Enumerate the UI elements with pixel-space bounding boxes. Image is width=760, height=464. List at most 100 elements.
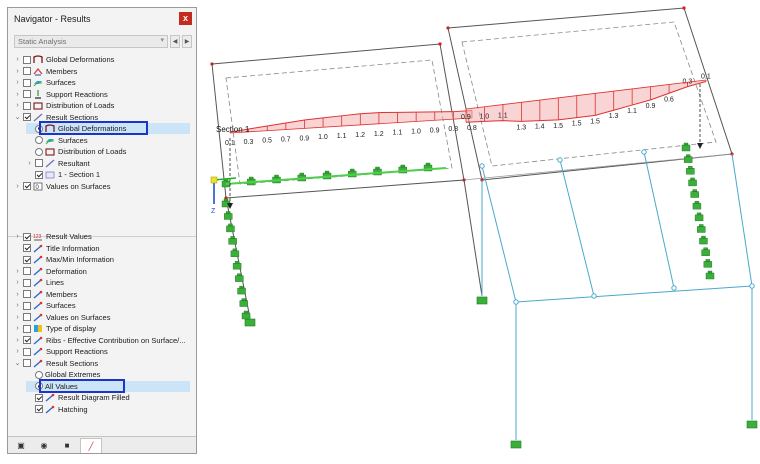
tree-item[interactable]: › Resultant bbox=[26, 158, 190, 169]
node-point bbox=[682, 6, 686, 10]
tree-item[interactable]: Hatching bbox=[26, 404, 190, 415]
tree-item[interactable]: › Type of display bbox=[14, 323, 190, 334]
tree-item[interactable]: › Deformation bbox=[14, 266, 190, 277]
tree-item[interactable]: ⌄ Result Sections bbox=[14, 358, 190, 369]
tree-item[interactable]: › Distribution of Loads bbox=[14, 100, 190, 111]
member-column-diagonal bbox=[481, 165, 517, 303]
chevron-down-icon[interactable]: ⌄ bbox=[14, 359, 21, 367]
chevron-right-icon[interactable]: › bbox=[14, 314, 21, 321]
checkbox[interactable] bbox=[23, 336, 31, 344]
next-arrow-icon[interactable]: ▶ bbox=[182, 34, 192, 48]
model-viewport[interactable]: 0.10.30.50.70.91.01.11.21.21.11.00.90.80… bbox=[200, 0, 760, 464]
line-support-icon bbox=[297, 172, 306, 182]
checkbox[interactable] bbox=[23, 232, 31, 241]
radio-button[interactable] bbox=[35, 370, 43, 379]
diagram-value-label: 1.1 bbox=[393, 130, 403, 137]
checkbox[interactable] bbox=[23, 278, 31, 287]
support-icon bbox=[244, 318, 256, 327]
results-tab-icon[interactable]: ╱ bbox=[80, 438, 102, 453]
checkbox[interactable] bbox=[23, 347, 31, 356]
chevron-right-icon[interactable]: › bbox=[14, 233, 21, 240]
chevron-right-icon[interactable]: › bbox=[14, 325, 21, 332]
checkbox[interactable] bbox=[23, 290, 31, 298]
chevron-right-icon[interactable]: › bbox=[14, 291, 21, 298]
tree-item[interactable]: Result Diagram Filled bbox=[26, 392, 190, 403]
checkbox[interactable] bbox=[23, 359, 31, 367]
line-support-icon bbox=[694, 212, 704, 222]
chevron-right-icon[interactable]: › bbox=[14, 302, 21, 309]
chevron-right-icon[interactable]: › bbox=[14, 91, 21, 98]
checkbox[interactable] bbox=[23, 244, 31, 252]
checkbox[interactable] bbox=[23, 255, 31, 264]
previous-arrow-icon[interactable]: ◀ bbox=[170, 34, 180, 48]
support-icon bbox=[510, 440, 522, 449]
chevron-right-icon[interactable]: › bbox=[14, 268, 21, 275]
tree-item[interactable]: › Values on Surfaces bbox=[14, 312, 190, 323]
tree-item[interactable]: › Members bbox=[14, 66, 190, 77]
tree-item[interactable]: Distribution of Loads bbox=[26, 146, 190, 157]
checkbox[interactable] bbox=[23, 90, 31, 98]
tree-item-label: Global Deformations bbox=[46, 55, 115, 64]
tree-item[interactable]: › Surfaces bbox=[14, 300, 190, 311]
tree-item[interactable]: › Support Reactions bbox=[14, 346, 190, 357]
navigator-titlebar: Navigator - Results x bbox=[8, 8, 196, 29]
diagram-value-label: 1.5 bbox=[572, 121, 582, 128]
checkbox[interactable] bbox=[23, 55, 31, 64]
checkbox[interactable] bbox=[23, 182, 31, 190]
chevron-right-icon[interactable]: › bbox=[14, 279, 21, 286]
resultant-icon bbox=[45, 159, 55, 168]
tree-item[interactable]: › Lines bbox=[14, 277, 190, 288]
tree-item-label: Title Information bbox=[46, 243, 100, 253]
diagram-value-label: 1.0 bbox=[479, 113, 489, 120]
tree-item[interactable]: › 123 Result Values bbox=[14, 231, 190, 242]
chevron-right-icon[interactable]: › bbox=[14, 337, 21, 344]
checkbox[interactable] bbox=[23, 113, 31, 121]
chevron-right-icon[interactable]: › bbox=[14, 183, 21, 190]
radio-button[interactable] bbox=[35, 136, 43, 144]
load-case-combo[interactable]: Static Analysis ▾ ◀ ▶ bbox=[14, 34, 192, 48]
tree-item[interactable]: Title Information bbox=[14, 243, 190, 254]
close-button[interactable]: x bbox=[179, 12, 192, 25]
chevron-right-icon[interactable]: › bbox=[14, 68, 21, 75]
tree-item[interactable]: Max/Min Information bbox=[14, 254, 190, 265]
chevron-right-icon[interactable]: › bbox=[26, 160, 33, 167]
tree-item[interactable]: › 0 Values on Surfaces bbox=[14, 181, 190, 192]
tree-item-label: Members bbox=[46, 66, 78, 76]
tree-item[interactable]: › Support Reactions bbox=[14, 89, 190, 100]
checkbox[interactable] bbox=[35, 170, 43, 179]
chevron-right-icon[interactable]: › bbox=[14, 102, 21, 109]
wand-icon bbox=[45, 393, 55, 402]
diagram-value-label: 0.9 bbox=[299, 135, 309, 142]
tree-item[interactable]: › Surfaces bbox=[14, 77, 190, 88]
chevron-right-icon[interactable]: › bbox=[14, 79, 21, 86]
combo-box[interactable]: Static Analysis ▾ bbox=[14, 34, 168, 48]
tree-item[interactable]: › Ribs - Effective Contribution on Surfac… bbox=[14, 335, 190, 346]
chevron-right-icon[interactable]: › bbox=[14, 348, 21, 355]
diagram-value-label: 0.6 bbox=[664, 96, 674, 103]
checkbox[interactable] bbox=[23, 67, 31, 75]
checkbox[interactable] bbox=[23, 78, 31, 87]
tree-item[interactable]: 1 - Section 1 bbox=[26, 169, 190, 180]
checkbox[interactable] bbox=[23, 324, 31, 333]
views-tab-icon[interactable]: ■ bbox=[57, 438, 77, 452]
tree-item-label: Global Extremes bbox=[45, 370, 101, 379]
checkbox[interactable] bbox=[35, 405, 43, 413]
chevron-down-icon[interactable]: ▾ bbox=[160, 36, 164, 44]
line-support-icon bbox=[690, 189, 699, 198]
checkbox[interactable] bbox=[23, 301, 31, 310]
chevron-right-icon[interactable]: › bbox=[14, 56, 21, 63]
section-icon bbox=[45, 170, 55, 179]
checkbox[interactable] bbox=[23, 267, 31, 275]
display-tab-icon[interactable]: ◉ bbox=[34, 438, 54, 452]
checkbox[interactable] bbox=[35, 159, 43, 167]
checkbox[interactable] bbox=[35, 393, 43, 402]
tree-item-label: Members bbox=[46, 289, 78, 299]
tree-item[interactable]: › Global Deformations bbox=[14, 54, 190, 65]
tree-item[interactable]: Surfaces bbox=[26, 135, 190, 146]
checkbox[interactable] bbox=[23, 101, 31, 110]
data-tab-icon[interactable]: ▣ bbox=[11, 438, 31, 452]
chevron-down-icon[interactable]: ⌄ bbox=[14, 113, 21, 121]
radio-button[interactable] bbox=[35, 147, 43, 156]
checkbox[interactable] bbox=[23, 313, 31, 321]
tree-item[interactable]: › Members bbox=[14, 289, 190, 300]
